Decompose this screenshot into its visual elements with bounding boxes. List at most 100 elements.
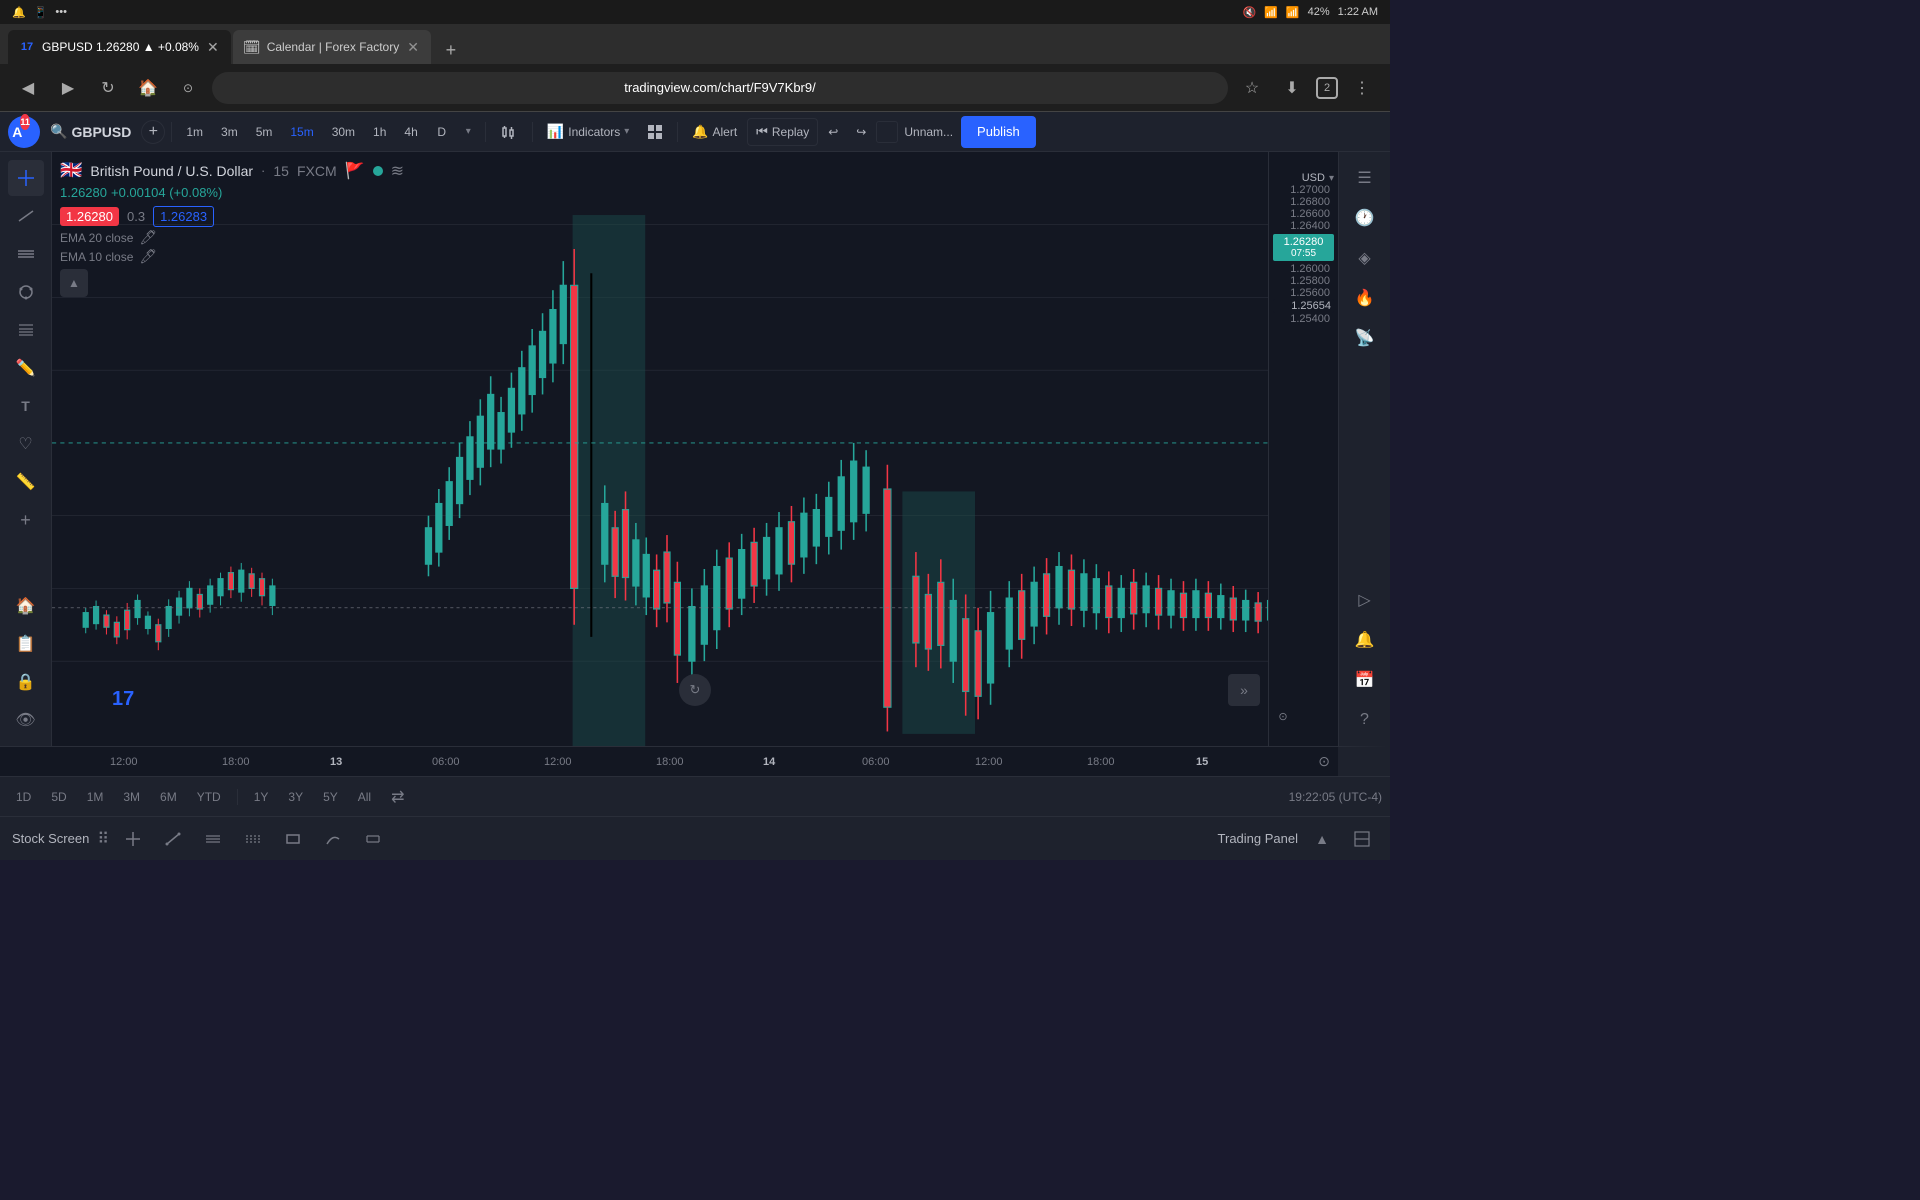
period-1m[interactable]: 1M	[79, 785, 112, 809]
forward-button[interactable]: ▶	[52, 72, 84, 104]
tf-dropdown[interactable]: ▾	[458, 118, 479, 146]
undo-button[interactable]: ↩	[820, 118, 846, 146]
tf-4h[interactable]: 4h	[396, 118, 425, 146]
fib-tool[interactable]	[8, 312, 44, 348]
currency-selector[interactable]: USD ▾	[1273, 172, 1334, 184]
tab-forexfactory[interactable]: 🗓 Calendar | Forex Factory ✕	[233, 30, 431, 64]
fire-sidebar-button[interactable]: 🔥	[1347, 280, 1383, 316]
currency-dropdown-icon: ▾	[1329, 173, 1334, 184]
broadcast-sidebar-button[interactable]: 📡	[1347, 320, 1383, 356]
tf-3m[interactable]: 3m	[213, 118, 246, 146]
replay-button[interactable]: ⏮ Replay	[747, 118, 818, 146]
compare-button[interactable]: ⇄	[383, 785, 412, 809]
pitchfork-icon	[17, 283, 35, 301]
target-icon-right[interactable]: ⊙	[1318, 753, 1330, 770]
crosshair-tool[interactable]	[8, 160, 44, 196]
tab-tradingview[interactable]: 17 GBPUSD 1.26280 ▲ +0.08% ✕	[8, 30, 231, 64]
tf-d[interactable]: D	[428, 118, 456, 146]
download-button[interactable]: ⬇	[1276, 72, 1308, 104]
history-sidebar-button[interactable]: 🕐	[1347, 200, 1383, 236]
eye-tool[interactable]: 👁	[8, 702, 44, 738]
hline-draw-tool[interactable]	[197, 823, 229, 855]
rect-draw-tool[interactable]	[277, 823, 309, 855]
period-1y[interactable]: 1Y	[246, 785, 277, 809]
spread-value: 0.3	[127, 209, 145, 224]
collapse-button[interactable]: ▲	[60, 269, 88, 297]
tab-tv-close[interactable]: ✕	[207, 39, 219, 56]
url-input[interactable]	[212, 72, 1228, 104]
hline-icon	[17, 245, 35, 263]
tab-count-button[interactable]: 2	[1316, 77, 1338, 99]
redo-button[interactable]: ↪	[848, 118, 874, 146]
tf-30m[interactable]: 30m	[324, 118, 363, 146]
watchlist-tool[interactable]: 📋	[8, 626, 44, 662]
layers-sidebar-button[interactable]: ◈	[1347, 240, 1383, 276]
zoom-in-tool[interactable]: +	[8, 502, 44, 538]
chart-type-button[interactable]	[492, 118, 526, 146]
indicators-button[interactable]: 📊 Indicators ▾	[539, 118, 638, 146]
play-sidebar-button[interactable]: ▷	[1347, 582, 1383, 618]
back-button[interactable]: ◀	[12, 72, 44, 104]
add-symbol-button[interactable]: +	[141, 120, 165, 144]
period-ytd[interactable]: YTD	[189, 785, 229, 809]
bookmark-button[interactable]: ☆	[1236, 72, 1268, 104]
chart-change: +0.00104 (+0.08%)	[111, 185, 222, 200]
price-axis-settings-icon[interactable]: ⊙	[1273, 706, 1293, 726]
heart-tool[interactable]: ♡	[8, 426, 44, 462]
reload-chart-button[interactable]: ↻	[679, 674, 711, 706]
time-label-1200-1: 12:00	[110, 756, 138, 768]
ruler-tool[interactable]: 📏	[8, 464, 44, 500]
draw-tool[interactable]: ✏️	[8, 350, 44, 386]
tab-ff-close[interactable]: ✕	[407, 39, 419, 56]
ema2-edit-icon[interactable]: 🖊	[139, 248, 157, 265]
home-nav-tool[interactable]: 🏠	[8, 588, 44, 624]
period-3y[interactable]: 3Y	[280, 785, 311, 809]
period-5d[interactable]: 5D	[43, 785, 74, 809]
period-1d[interactable]: 1D	[8, 785, 39, 809]
path-draw-tool[interactable]	[317, 823, 349, 855]
ff-favicon: 🗓	[245, 40, 259, 54]
calendar-sidebar-button[interactable]: 📅	[1347, 662, 1383, 698]
line-tool[interactable]	[8, 198, 44, 234]
main-chart-area[interactable]: 🇬🇧 British Pound / U.S. Dollar · 15 FXCM…	[52, 152, 1338, 746]
snapshot-button[interactable]	[876, 121, 898, 143]
lock-tool[interactable]: 🔒	[8, 664, 44, 700]
expand-chart-button[interactable]: »	[1228, 674, 1260, 706]
tf-1h[interactable]: 1h	[365, 118, 394, 146]
dotline-draw-tool[interactable]	[237, 823, 269, 855]
ema1-edit-icon[interactable]: 🖊	[139, 229, 157, 246]
bell-sidebar-button[interactable]: 🔔	[1347, 622, 1383, 658]
horizontal-line-tool[interactable]	[8, 236, 44, 272]
tf-1m[interactable]: 1m	[178, 118, 211, 146]
crosshair-draw-tool[interactable]	[117, 823, 149, 855]
current-price-value: 1.26280	[1277, 236, 1330, 248]
publish-button[interactable]: Publish	[961, 116, 1036, 148]
menu-button[interactable]: ⋮	[1346, 72, 1378, 104]
drag-handle[interactable]: ⠿	[97, 829, 109, 849]
reload-button[interactable]: ↻	[92, 72, 124, 104]
alert-button[interactable]: 🔔 Alert	[684, 118, 745, 146]
rect-draw-icon	[285, 831, 301, 847]
tf-chevron-icon: ▾	[466, 126, 471, 137]
help-sidebar-button[interactable]: ?	[1347, 702, 1383, 738]
split-view-button[interactable]	[1346, 823, 1378, 855]
measure-draw-tool[interactable]	[357, 823, 389, 855]
indicators-label: Indicators	[568, 125, 620, 139]
account-button[interactable]: A 11	[8, 116, 40, 148]
new-tab-button[interactable]: +	[437, 36, 465, 64]
watchlist-sidebar-button[interactable]: ☰	[1347, 160, 1383, 196]
tf-15m[interactable]: 15m	[282, 118, 321, 146]
period-6m[interactable]: 6M	[152, 785, 185, 809]
trendline-draw-tool[interactable]	[157, 823, 189, 855]
pitchfork-tool[interactable]	[8, 274, 44, 310]
symbol-search[interactable]: 🔍 GBPUSD	[42, 118, 139, 146]
home-button[interactable]: 🏠	[132, 72, 164, 104]
period-all[interactable]: All	[350, 785, 379, 809]
period-3m[interactable]: 3M	[115, 785, 148, 809]
chart-dot: ·	[261, 163, 265, 178]
tf-5m[interactable]: 5m	[248, 118, 281, 146]
collapse-bottom-button[interactable]: ▲	[1306, 823, 1338, 855]
layouts-button[interactable]	[639, 118, 671, 146]
period-5y[interactable]: 5Y	[315, 785, 346, 809]
text-tool[interactable]: T	[8, 388, 44, 424]
